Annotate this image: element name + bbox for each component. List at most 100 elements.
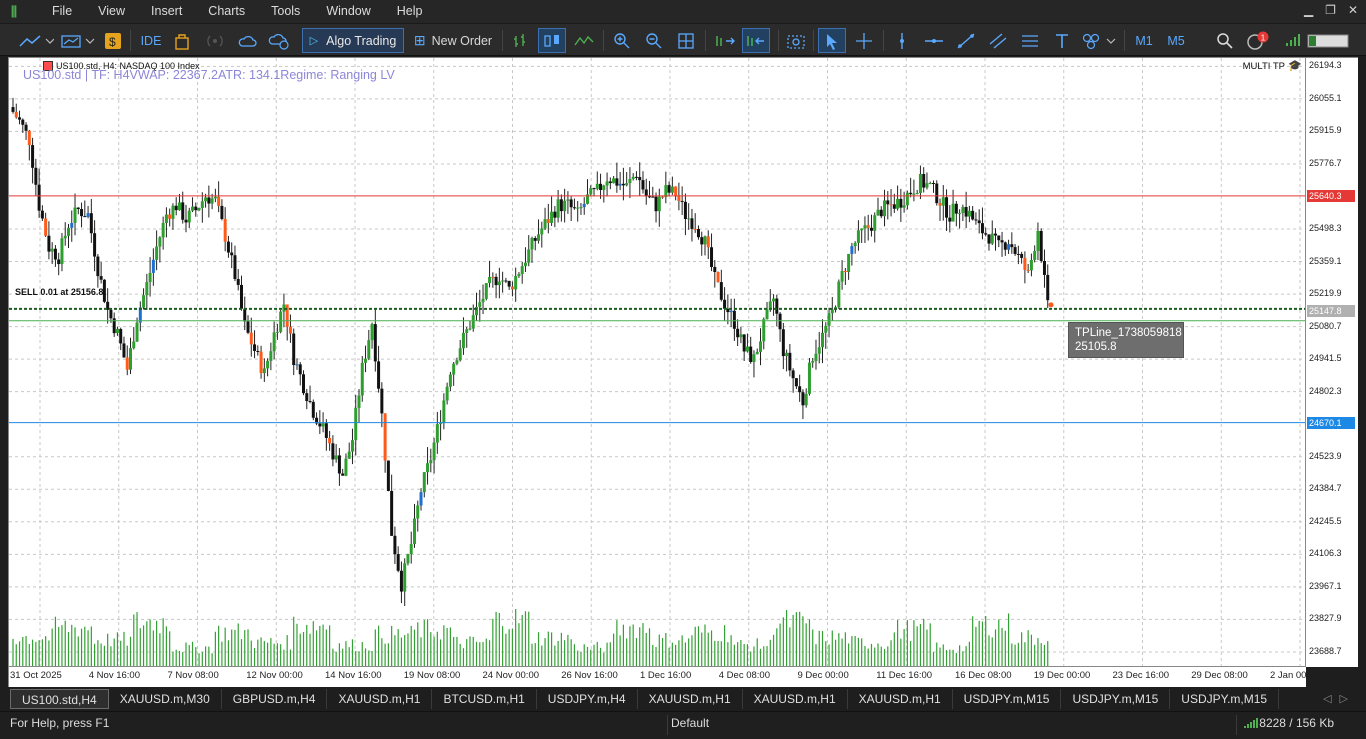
- tab-scroll-arrows-icon[interactable]: ◁▷: [1323, 692, 1356, 705]
- restore-icon[interactable]: ❐: [1325, 3, 1336, 17]
- candle-body: [468, 328, 472, 330]
- zoom-in-icon[interactable]: [610, 28, 634, 53]
- menu-tools[interactable]: Tools: [258, 0, 313, 23]
- shapes-icon[interactable]: [1080, 28, 1118, 53]
- chart-tab[interactable]: XAUUSD.m,H1: [743, 689, 848, 709]
- vertical-line-icon[interactable]: [890, 28, 914, 53]
- candle-body: [572, 207, 576, 209]
- chart-tab[interactable]: USDJPY.m,M15: [1061, 689, 1171, 709]
- chart-tab[interactable]: XAUUSD.m,H1: [638, 689, 743, 709]
- candle-body: [1016, 253, 1020, 255]
- candle-body: [31, 145, 35, 168]
- menu-file[interactable]: File: [39, 0, 85, 23]
- candle-body: [631, 176, 635, 179]
- candle-body: [922, 174, 926, 188]
- dollar-icon[interactable]: $: [103, 28, 123, 53]
- time-tick-label: 31 Oct 2025: [10, 670, 62, 681]
- status-connection[interactable]: 8228 / 156 Kb: [1259, 716, 1334, 730]
- bag-icon[interactable]: [172, 28, 192, 53]
- time-axis[interactable]: 31 Oct 2025 4 Nov 16:00 7 Nov 08:00 12 Nov …: [8, 667, 1306, 687]
- menu-view[interactable]: View: [85, 0, 138, 23]
- battery-icon[interactable]: [1306, 28, 1352, 53]
- candle-body: [954, 203, 958, 214]
- price-axis[interactable]: 26194.3 26055.1 25915.9 25776.7 25498.3 25359…: [1306, 57, 1358, 667]
- candle-body: [814, 353, 818, 362]
- candle-body: [1026, 269, 1030, 271]
- candle-body: [928, 183, 932, 185]
- vps-icon[interactable]: [267, 28, 291, 53]
- candle-body: [426, 463, 430, 473]
- close-icon[interactable]: ✕: [1348, 3, 1358, 17]
- chart-tab[interactable]: USDJPY.m,H4: [537, 689, 638, 709]
- candle-body: [788, 352, 792, 371]
- search-icon[interactable]: [1214, 28, 1236, 53]
- candle-body: [380, 388, 384, 414]
- indicators-icon[interactable]: [58, 28, 98, 53]
- market-icon[interactable]: 1: [1244, 28, 1272, 53]
- candle-body: [207, 197, 211, 204]
- tooltip-value: 25105.8: [1075, 341, 1117, 353]
- timeframe-m1[interactable]: M1: [1130, 28, 1158, 53]
- text-icon[interactable]: [1050, 28, 1074, 53]
- candle-body: [618, 183, 622, 186]
- minimize-icon[interactable]: ▁: [1304, 3, 1313, 17]
- cursor-icon[interactable]: [818, 28, 846, 53]
- timeframe-m5[interactable]: M5: [1162, 28, 1190, 53]
- horizontal-line-icon[interactable]: [922, 28, 946, 53]
- candles-icon[interactable]: [538, 28, 566, 53]
- status-profile[interactable]: Default: [671, 716, 709, 730]
- channel-icon[interactable]: [986, 28, 1010, 53]
- candle-body: [716, 271, 720, 283]
- candle-body: [390, 490, 394, 536]
- chart-tab[interactable]: BTCUSD.m,H1: [432, 689, 537, 709]
- chart-tab[interactable]: XAUUSD.m,H1: [327, 689, 433, 709]
- screenshot-icon[interactable]: [784, 28, 808, 53]
- trendline-icon[interactable]: [954, 28, 978, 53]
- menu-help[interactable]: Help: [384, 0, 436, 23]
- candle-body: [621, 183, 625, 186]
- menu-charts[interactable]: Charts: [195, 0, 258, 23]
- bar-chart-icon[interactable]: [508, 28, 532, 53]
- chart-tab[interactable]: XAUUSD.m,H1: [848, 689, 953, 709]
- candle-body: [161, 223, 165, 238]
- candle-body: [504, 280, 508, 282]
- time-tick-label: 2 Jan 00:00: [1270, 670, 1306, 681]
- crosshair-icon[interactable]: [852, 28, 876, 53]
- candle-body: [367, 340, 371, 359]
- ide-icon[interactable]: IDE: [138, 28, 164, 53]
- line-chart-icon[interactable]: [16, 28, 56, 53]
- time-tick-label: 19 Dec 00:00: [1033, 670, 1091, 681]
- grid-icon[interactable]: [674, 28, 698, 53]
- menu-insert[interactable]: Insert: [138, 0, 195, 23]
- chart-canvas[interactable]: [9, 58, 1306, 667]
- fibonacci-icon[interactable]: [1018, 28, 1042, 53]
- chart-area[interactable]: US100.std, H4: NASDAQ 100 Index US100.st…: [8, 57, 1306, 667]
- signal-strength-icon[interactable]: [1282, 28, 1304, 53]
- signal-icon[interactable]: [204, 28, 226, 53]
- chart-tab[interactable]: USDJPY.m,M15: [953, 689, 1062, 709]
- new-order-button[interactable]: ⊞ New Order: [410, 28, 496, 53]
- menu-window[interactable]: Window: [313, 0, 383, 23]
- chart-tab[interactable]: USDJPY.m,M15: [1170, 689, 1280, 709]
- algo-trading-button[interactable]: ▷ Algo Trading: [302, 28, 404, 53]
- zoom-out-icon[interactable]: [642, 28, 666, 53]
- line-icon[interactable]: [572, 28, 596, 53]
- chart-tab[interactable]: GBPUSD.m,H4: [222, 689, 328, 709]
- candle-body: [27, 130, 31, 146]
- candle-body: [458, 348, 462, 361]
- candle-body: [742, 334, 746, 352]
- candle-body: [50, 248, 54, 252]
- candle-body: [700, 237, 704, 245]
- candle-body: [399, 570, 403, 592]
- chart-tab[interactable]: US100.std,H4: [10, 689, 109, 709]
- candle-body: [174, 205, 178, 211]
- cloud-icon[interactable]: [236, 28, 258, 53]
- candle-body: [302, 374, 306, 394]
- tp-line-tooltip: TPLine_1738059818 25105.8: [1068, 322, 1184, 358]
- shift-icon[interactable]: [742, 28, 770, 53]
- candle-body: [1039, 230, 1043, 262]
- candle-body: [599, 183, 603, 190]
- autoscroll-icon[interactable]: [712, 28, 738, 53]
- candle-body: [233, 255, 237, 280]
- chart-tab[interactable]: XAUUSD.m,M30: [109, 689, 222, 709]
